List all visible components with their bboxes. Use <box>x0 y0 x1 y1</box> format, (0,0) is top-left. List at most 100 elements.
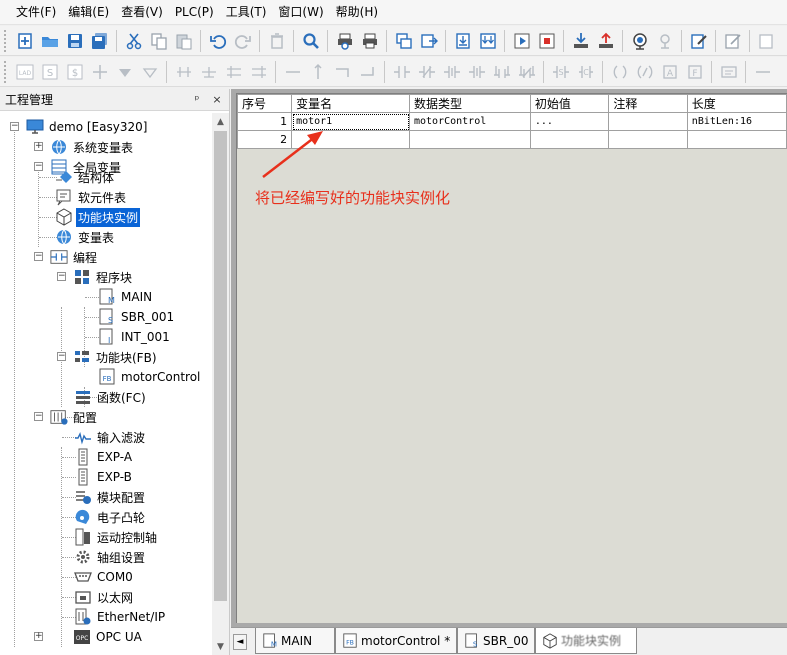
tree-item-root[interactable]: − demo [Easy320] <box>8 117 149 137</box>
hline-down-icon[interactable] <box>331 60 354 83</box>
tree-item-main[interactable]: M MAIN <box>98 287 154 307</box>
column-header[interactable]: 初始值 <box>529 94 610 113</box>
coil-icon[interactable] <box>608 60 631 83</box>
menu-tools[interactable]: 工具(T) <box>220 0 273 25</box>
save-all-icon[interactable] <box>88 29 111 52</box>
down-arrow-icon[interactable] <box>113 60 136 83</box>
function-icon[interactable]: F <box>683 60 706 83</box>
menu-plc[interactable]: PLC(P) <box>169 0 220 25</box>
close-icon[interactable]: × <box>209 92 225 108</box>
column-header[interactable]: 数据类型 <box>409 94 531 113</box>
tree-item-config[interactable]: − 配置 <box>32 407 99 427</box>
print-preview-icon[interactable] <box>333 29 356 52</box>
st-mode-icon[interactable]: $ <box>63 60 86 83</box>
monitor-icon[interactable] <box>628 29 651 52</box>
compare-icon[interactable]: C <box>574 60 597 83</box>
down-outline-icon[interactable] <box>138 60 161 83</box>
collapse-icon[interactable]: − <box>34 412 43 421</box>
branch-up-icon[interactable] <box>247 60 270 83</box>
scroll-up-icon[interactable]: ▲ <box>212 113 229 130</box>
delete-icon[interactable] <box>265 29 288 52</box>
cell-data-type[interactable]: motorControl <box>409 112 531 131</box>
tree-item-exp-a[interactable]: EXP-A <box>74 447 134 467</box>
upload-icon[interactable] <box>594 29 617 52</box>
cell-length[interactable] <box>686 130 787 149</box>
paste-icon[interactable] <box>172 29 195 52</box>
coil-set-icon[interactable]: A <box>658 60 681 83</box>
stop-icon[interactable] <box>535 29 558 52</box>
search-icon[interactable] <box>299 29 322 52</box>
tree-item-exp-b[interactable]: EXP-B <box>74 467 134 487</box>
tree-item-int[interactable]: I INT_001 <box>98 327 172 347</box>
cell-length[interactable]: nBitLen:16 <box>686 112 787 131</box>
tree-item-programming[interactable]: − 编程 <box>32 247 99 267</box>
tree-item-functions[interactable]: 函数(FC) <box>74 387 148 407</box>
contact-andb-icon[interactable] <box>515 60 538 83</box>
column-header[interactable]: 序号 <box>236 94 293 113</box>
tree-item-ethernet[interactable]: 以太网 <box>74 587 135 607</box>
compile-icon[interactable] <box>451 29 474 52</box>
tree-item-soft-elements[interactable]: 软元件表 <box>55 187 128 207</box>
contact-n-icon[interactable] <box>465 60 488 83</box>
invert-icon[interactable]: S <box>549 60 572 83</box>
edit-online-icon[interactable] <box>687 29 710 52</box>
contact-p-icon[interactable] <box>440 60 463 83</box>
tree-item-input-filter[interactable]: 输入滤波 <box>74 427 147 447</box>
tree-item-struct[interactable]: 结构体 <box>55 167 116 187</box>
column-header[interactable]: 变量名 <box>291 94 410 113</box>
more-tools-icon[interactable] <box>755 29 778 52</box>
column-header[interactable]: 注释 <box>608 94 688 113</box>
tree-item-fb-motor[interactable]: FB motorControl <box>98 367 202 387</box>
run-icon[interactable] <box>510 29 533 52</box>
cell-comment[interactable] <box>608 130 688 149</box>
save-icon[interactable] <box>63 29 86 52</box>
tab-scroll-left-icon[interactable]: ◄ <box>233 634 247 650</box>
table-row[interactable]: 1 motor1 motorControl ... nBitLen:16 <box>236 112 787 131</box>
tree-scrollbar[interactable]: ▲ ▼ <box>212 113 229 655</box>
collapse-icon[interactable]: − <box>57 272 66 281</box>
tree-item-system-vars[interactable]: + 系统变量表 <box>32 137 135 157</box>
tree-item-ecam[interactable]: 电子凸轮 <box>74 507 147 527</box>
column-header[interactable]: 长度 <box>686 94 787 113</box>
vline-icon[interactable] <box>306 60 329 83</box>
tab-motor-control[interactable]: FB motorControl * <box>335 628 457 654</box>
toolbar-grip[interactable] <box>4 60 8 83</box>
pin-icon[interactable]: ᵖ <box>189 92 205 108</box>
cell-data-type[interactable] <box>409 130 531 149</box>
hline-up-icon[interactable] <box>356 60 379 83</box>
redo-icon[interactable] <box>231 29 254 52</box>
menu-view[interactable]: 查看(V) <box>115 0 169 25</box>
cut-icon[interactable] <box>122 29 145 52</box>
scroll-thumb[interactable] <box>214 131 227 601</box>
tab-fb-instances[interactable]: 功能块实例 <box>535 628 637 654</box>
more-ladder-icon[interactable] <box>751 60 774 83</box>
contact-no-icon[interactable] <box>390 60 413 83</box>
branch-down-icon[interactable] <box>222 60 245 83</box>
undo-icon[interactable] <box>206 29 229 52</box>
sfc-mode-icon[interactable]: S <box>38 60 61 83</box>
lad-mode-icon[interactable]: LAD <box>13 60 36 83</box>
expand-icon[interactable]: + <box>34 142 43 151</box>
monitor-off-icon[interactable] <box>653 29 676 52</box>
window-cascade-icon[interactable] <box>392 29 415 52</box>
comment-icon[interactable] <box>717 60 740 83</box>
cell-initial-value[interactable] <box>529 130 610 149</box>
contact-or-icon[interactable] <box>490 60 513 83</box>
tree-item-axis-group[interactable]: 轴组设置 <box>74 547 147 567</box>
open-folder-icon[interactable] <box>38 29 61 52</box>
hline-icon[interactable] <box>281 60 304 83</box>
menu-edit[interactable]: 编辑(E) <box>62 0 115 25</box>
tree-item-program-blocks[interactable]: − 程序块 <box>55 267 134 287</box>
download-icon[interactable] <box>569 29 592 52</box>
menu-help[interactable]: 帮助(H) <box>330 0 384 25</box>
tree-item-com0[interactable]: COM0 <box>74 567 135 587</box>
tree-item-module-config[interactable]: 模块配置 <box>74 487 147 507</box>
cell-var-name[interactable]: motor1 <box>291 112 410 131</box>
compile-all-icon[interactable] <box>476 29 499 52</box>
toolbar-grip[interactable] <box>4 29 8 52</box>
coil-invert-icon[interactable] <box>633 60 656 83</box>
tree-item-motion-axis[interactable]: 运动控制轴 <box>74 527 159 547</box>
collapse-icon[interactable]: − <box>57 352 66 361</box>
cell-comment[interactable] <box>608 112 688 131</box>
tab-main[interactable]: M MAIN <box>255 628 335 654</box>
